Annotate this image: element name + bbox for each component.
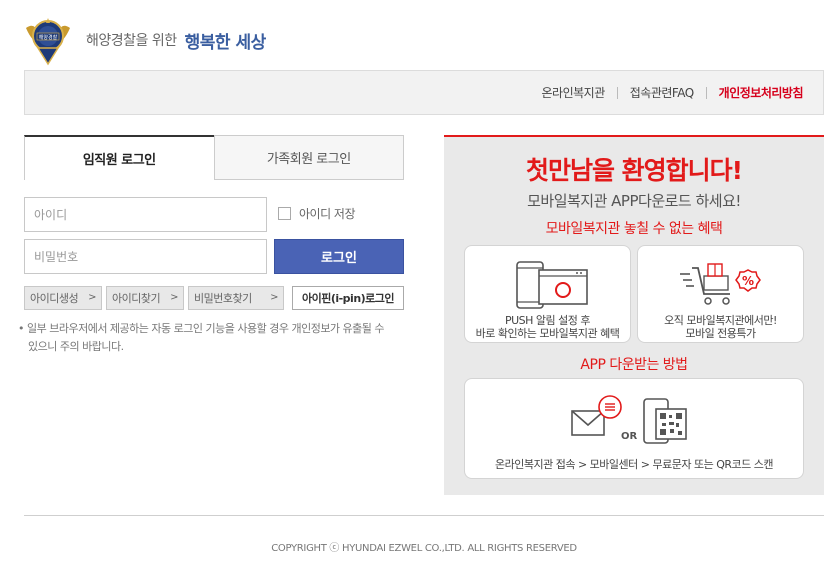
phone-notification-icon [516,261,588,309]
id-input[interactable] [24,197,267,232]
nav-faq[interactable]: 접속관련FAQ [630,84,694,101]
promo-subtitle: 모바일복지관 APP다운로드 하세요! [527,192,741,210]
percent-text: % [742,274,754,288]
card-deals-line-1: 오직 모바일복지관에서만! [664,314,777,327]
card-push-line-1: PUSH 알림 설정 후 [504,314,591,327]
nav-privacy-policy[interactable]: 개인정보처리방침 [719,84,804,101]
benefit-card-deals: % 오직 모바일복지관에서만! 모바일 전용특가 [637,245,804,343]
top-nav: 온라인복지관 접속관련FAQ 개인정보처리방침 [542,71,804,114]
tagline: 해양경찰을 위한 [86,33,177,49]
notice-line-1: • 일부 브라우저에서 제공하는 자동 로그인 기능을 사용할 경우 개인정보가… [18,322,385,335]
find-id-label: 아이디찾기 [112,292,161,305]
find-id-button[interactable]: 아이디찾기 > [106,286,184,310]
save-id-label: 아이디 저장 [299,207,356,221]
login-button[interactable]: 로그인 [274,239,404,274]
benefit-card-push: PUSH 알림 설정 후 바로 확인하는 모바일복지관 혜택 [464,245,631,343]
notice-line-2: 있으니 주의 바랍니다. [28,340,124,353]
chevron-right-icon: > [270,292,278,303]
tagline-strong: 행복한 세상 [184,32,267,53]
card-push-line-2: 바로 확인하는 모바일복지관 혜택 [475,327,620,340]
chevron-right-icon: > [88,292,96,303]
password-input[interactable] [24,239,267,274]
copyright-text: COPYRIGHT ⓒ HYUNDAI EZWEL CO.,LTD. ALL R… [271,543,577,554]
save-id-option[interactable]: 아이디 저장 [278,205,356,222]
nav-separator [616,86,618,99]
login-notice: • 일부 브라우저에서 제공하는 자동 로그인 기능을 사용할 경우 개인정보가… [18,320,404,356]
find-password-label: 비밀번호찾기 [194,292,252,305]
download-method-text: 온라인복지관 접속 > 모바일센터 > 무료문자 또는 QR코드 스캔 [495,458,773,471]
login-tabs: 임직원 로그인 가족회원 로그인 [24,135,404,180]
create-id-label: 아이디생성 [30,292,79,305]
download-method-card: OR 온라인복지관 접속 > 모바일센터 > 무료문자 또는 QR코드 스캔 [464,378,804,479]
promo-title: 첫만남을 환영합니다! [525,156,743,185]
top-bar: 온라인복지관 접속관련FAQ 개인정보처리방침 [24,70,824,115]
find-password-button[interactable]: 비밀번호찾기 > [188,286,284,310]
tab-family-login[interactable]: 가족회원 로그인 [213,135,404,180]
chevron-right-icon: > [170,292,178,303]
shopping-cart-gift-icon: % [680,263,761,305]
or-label: OR [621,431,638,442]
app-promo-panel: 첫만남을 환영합니다! 모바일복지관 APP다운로드 하세요! 모바일복지관 놓… [444,135,824,495]
create-id-button[interactable]: 아이디생성 > [24,286,102,310]
footer-divider [24,515,824,516]
benefit-title: 모바일복지관 놓칠 수 없는 혜택 [545,221,723,237]
how-to-download-title: APP 다운받는 방법 [580,357,688,373]
nav-online-welfare[interactable]: 온라인복지관 [542,84,606,101]
police-emblem-icon: 해양경찰 [26,18,70,66]
card-deals-line-2: 모바일 전용특가 [685,327,756,340]
logo-area: 해양경찰 해양경찰을 위한 행복한 세상 [24,14,266,66]
nav-separator [705,86,707,99]
emblem-text: 해양경찰 [39,34,58,41]
save-id-checkbox[interactable] [278,207,291,220]
ipin-login-button[interactable]: 아이핀(i-pin)로그인 [292,286,404,310]
tab-employee-login[interactable]: 임직원 로그인 [24,135,214,180]
